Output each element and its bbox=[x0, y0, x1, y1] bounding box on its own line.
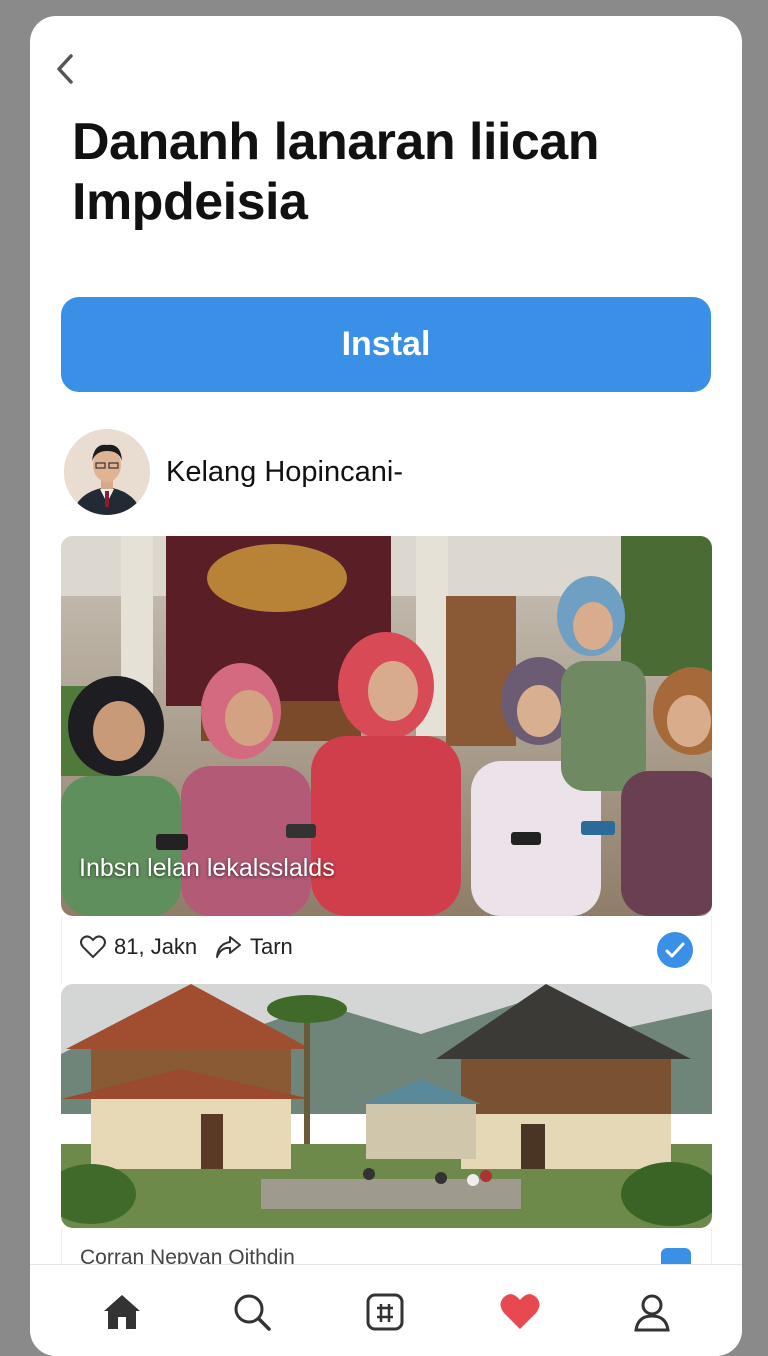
heart-outline-icon bbox=[80, 935, 106, 959]
profile-icon bbox=[634, 1294, 670, 1332]
grid-icon bbox=[366, 1293, 404, 1331]
share-icon bbox=[216, 936, 241, 958]
tab-search[interactable] bbox=[227, 1287, 277, 1337]
author-name[interactable]: Kelang Hopincani- bbox=[166, 456, 403, 489]
tab-profile[interactable] bbox=[627, 1287, 677, 1337]
post-image[interactable]: Inbsn lelan lekalsslalds bbox=[61, 536, 712, 916]
search-icon bbox=[234, 1294, 271, 1331]
chevron-left-icon bbox=[57, 54, 73, 84]
author-row[interactable]: Kelang Hopincani- bbox=[64, 428, 403, 516]
post-caption: Inbsn lelan lekalsslalds bbox=[79, 854, 335, 882]
install-button[interactable]: Instal bbox=[61, 297, 711, 392]
bottom-nav bbox=[30, 1264, 742, 1356]
post-actions: 81, Jakn Tarn bbox=[61, 916, 712, 984]
tab-home[interactable] bbox=[97, 1287, 147, 1337]
page-title: Dananh lanaran liican Impdeisia bbox=[72, 113, 600, 231]
share-label: Tarn bbox=[250, 934, 293, 959]
tab-favorites[interactable] bbox=[495, 1287, 545, 1337]
like-button[interactable]: 81, Jakn bbox=[80, 934, 197, 960]
like-count: 81, Jakn bbox=[114, 934, 198, 959]
verified-check-icon[interactable] bbox=[657, 932, 693, 968]
post-image-2[interactable] bbox=[61, 984, 712, 1228]
heart-icon bbox=[500, 1294, 540, 1329]
avatar[interactable] bbox=[64, 429, 150, 515]
tab-apps[interactable] bbox=[360, 1287, 410, 1337]
back-button[interactable] bbox=[50, 50, 80, 88]
home-icon bbox=[104, 1295, 140, 1329]
share-button[interactable]: Tarn bbox=[214, 934, 293, 960]
app-screen: Dananh lanaran liican Impdeisia Instal K… bbox=[30, 16, 742, 1356]
